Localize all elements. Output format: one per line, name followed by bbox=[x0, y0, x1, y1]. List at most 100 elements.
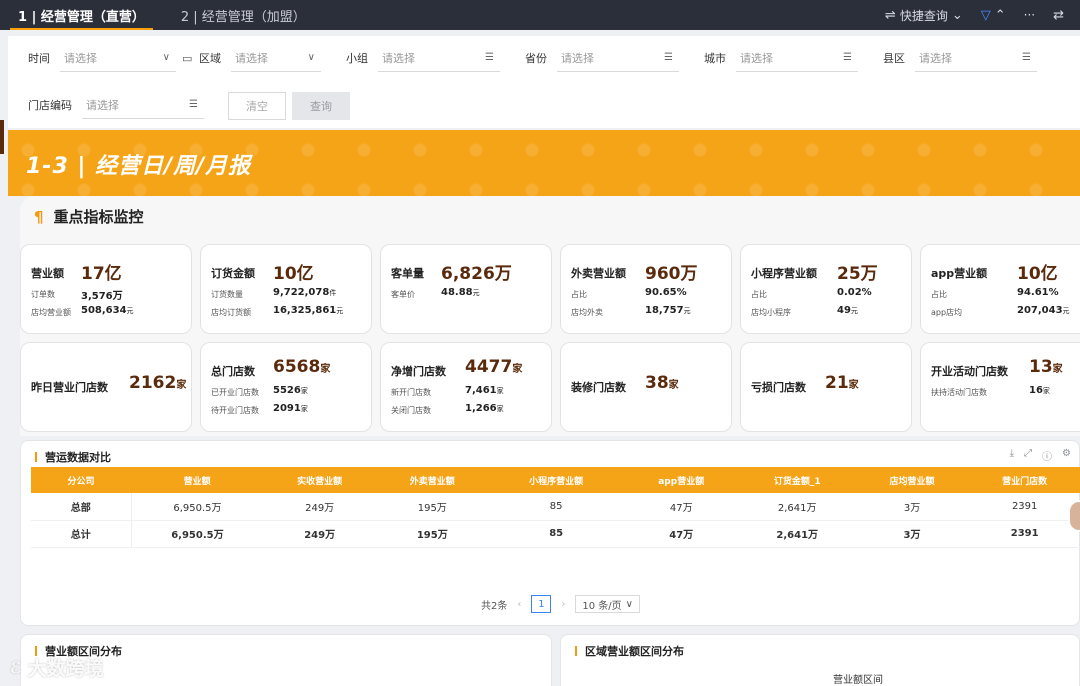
filter-store-code-label: 门店编码 bbox=[28, 99, 72, 112]
kpi-card[interactable]: 开业活动门店数 13家 扶持活动门店数 16家 bbox=[920, 342, 1080, 432]
kpi-card-value-text: 38 bbox=[645, 373, 669, 393]
calendar-icon[interactable]: ▭ bbox=[182, 52, 192, 65]
kpi-card[interactable]: app营业额 10亿 占比 94.61% app店均 207,043元 bbox=[920, 244, 1080, 334]
column-header[interactable]: 营业门店数 bbox=[968, 467, 1080, 493]
tab-franchise[interactable]: 2 | 经营管理（加盟） bbox=[163, 0, 324, 30]
kpi-sub-label: 关闭门店数 bbox=[391, 406, 431, 415]
kpi-card[interactable]: 净增门店数 4477家 新开门店数 7,461家 关闭门店数 1,266家 bbox=[380, 342, 552, 432]
kpi-sub-value-text: 16 bbox=[1029, 385, 1043, 396]
column-header[interactable]: 订货金额_1 bbox=[738, 467, 856, 493]
kpi-sub-value-text: 3,576万 bbox=[81, 291, 123, 302]
kpi-card-title: 昨日营业门店数 bbox=[31, 381, 108, 394]
kpi-sub-label: 已开业门店数 bbox=[211, 388, 259, 397]
download-icon[interactable]: ⤓ bbox=[1010, 448, 1014, 463]
filter-icon: ▽ bbox=[980, 7, 991, 23]
page-size-select[interactable]: 10 条/页 ∨ bbox=[575, 595, 640, 613]
kpi-sub-label: 订货数量 bbox=[211, 290, 243, 299]
kpi-card-value: 21家 bbox=[825, 373, 859, 393]
fullscreen-icon[interactable]: ⤢ bbox=[1024, 448, 1032, 463]
column-header[interactable]: 实收营业额 bbox=[263, 467, 376, 493]
store-code-placeholder: 请选择 bbox=[86, 98, 119, 112]
kpi-sub-value: 90.65% bbox=[645, 287, 687, 298]
compare-panel-title-text: 营运数据对比 bbox=[45, 451, 111, 464]
kpi-card[interactable]: 客单量 6,826万 客单价 48.88元 bbox=[380, 244, 552, 334]
kpi-sub-label: 扶持活动门店数 bbox=[931, 388, 987, 397]
clear-button[interactable]: 清空 bbox=[228, 92, 286, 120]
kpi-card-title: 订货金额 bbox=[211, 267, 255, 280]
tab-direct[interactable]: 1 | 经营管理（直营） bbox=[0, 0, 163, 30]
settings-icon[interactable]: ⚙ bbox=[1062, 448, 1071, 463]
city-select[interactable]: 请选择 ☰ bbox=[736, 44, 858, 72]
column-header[interactable]: 外卖营业额 bbox=[375, 467, 489, 493]
kpi-card[interactable]: 昨日营业门店数 2162家 bbox=[20, 342, 192, 432]
kpi-card[interactable]: 营业额 17亿 订单数 3,576万 店均营业额 508,634元 bbox=[20, 244, 192, 334]
region-select[interactable]: 请选择 ∨ bbox=[231, 44, 321, 72]
sliders-icon: ⇌ bbox=[884, 7, 896, 23]
avatar[interactable] bbox=[1068, 500, 1080, 532]
kpi-card-unit: 家 bbox=[668, 380, 679, 391]
kpi-sub-value: 16家 bbox=[1029, 385, 1050, 396]
kpi-sub-value: 48.88元 bbox=[441, 287, 480, 298]
kpi-sub-unit: 家 bbox=[496, 387, 504, 395]
kpi-sub-label: 店均订货额 bbox=[211, 308, 251, 317]
kpi-card[interactable]: 亏损门店数 21家 bbox=[740, 342, 912, 432]
kpi-card-title: 亏损门店数 bbox=[751, 381, 806, 394]
query-button[interactable]: 查询 bbox=[292, 92, 350, 120]
kpi-sub-value-text: 1,266 bbox=[465, 403, 497, 414]
kpi-card[interactable]: 小程序营业额 25万 占比 0.02% 店均小程序 49元 bbox=[740, 244, 912, 334]
pagination: 共2条 ‹ 1 › 10 条/页 ∨ bbox=[481, 595, 640, 613]
county-select[interactable]: 请选择 ☰ bbox=[915, 44, 1037, 72]
kpi-sub-unit: 元 bbox=[1062, 307, 1070, 315]
page-number-button[interactable]: 1 bbox=[531, 595, 552, 613]
kpi-card[interactable]: 订货金额 10亿 订货数量 9,722,078件 店均订货额 16,325,861元 bbox=[200, 244, 372, 334]
kpi-sub-value: 18,757元 bbox=[645, 305, 691, 316]
kpi-card-value: 10亿 bbox=[273, 259, 314, 284]
kpi-sub-unit: 件 bbox=[329, 289, 337, 297]
quick-query-button[interactable]: ⇌ 快捷查询 ⌄ bbox=[885, 7, 963, 24]
column-header[interactable]: 分公司 bbox=[31, 467, 131, 493]
next-page-icon[interactable]: › bbox=[561, 599, 565, 610]
kpi-sub-unit: 元 bbox=[850, 307, 858, 315]
kpi-card[interactable]: 外卖营业额 960万 占比 90.65% 店均外卖 18,757元 bbox=[560, 244, 732, 334]
prev-page-icon[interactable]: ‹ bbox=[517, 599, 521, 610]
kpi-sub-label: 店均营业额 bbox=[31, 308, 71, 317]
time-select[interactable]: 请选择 ∨ bbox=[60, 44, 176, 72]
kpi-card-value: 4477家 bbox=[465, 357, 522, 377]
kpi-sub-label: 店均小程序 bbox=[751, 308, 791, 317]
column-header[interactable]: 店均营业额 bbox=[855, 467, 969, 493]
switch-button[interactable]: ⇄ bbox=[1053, 8, 1064, 23]
column-header[interactable]: 营业额 bbox=[131, 467, 264, 493]
province-select[interactable]: 请选择 ☰ bbox=[557, 44, 679, 72]
table-cell: 2391 bbox=[968, 493, 1080, 521]
list-filter-icon: ☰ bbox=[189, 99, 198, 110]
page-size-label: 10 条/页 bbox=[582, 600, 622, 612]
kpi-card[interactable]: 装修门店数 38家 bbox=[560, 342, 732, 432]
kpi-section-header: ¶ 重点指标监控 bbox=[34, 206, 144, 227]
side-marker bbox=[0, 120, 4, 154]
column-header[interactable]: 小程序营业额 bbox=[488, 467, 624, 493]
column-header[interactable]: app营业额 bbox=[623, 467, 739, 493]
chevron-down-icon: ⌄ bbox=[951, 7, 963, 23]
store-code-select[interactable]: 请选择 ☰ bbox=[82, 91, 204, 119]
table-cell: 85 bbox=[488, 493, 624, 521]
filter-toggle-button[interactable]: ▽ ⌃ bbox=[981, 8, 1006, 23]
quick-query-label: 快捷查询 bbox=[899, 8, 948, 23]
kpi-card[interactable]: 总门店数 6568家 已开业门店数 5526家 待开业门店数 2091家 bbox=[200, 342, 372, 432]
kpi-sub-value: 94.61% bbox=[1017, 287, 1059, 298]
table-row[interactable]: 总部 6,950.5万 249万 195万 85 47万 2,641万 3万 2391 bbox=[31, 493, 1080, 521]
kpi-card-value-text: 21 bbox=[825, 373, 849, 393]
list-filter-icon: ☰ bbox=[485, 52, 494, 63]
group-select[interactable]: 请选择 ☰ bbox=[378, 44, 500, 72]
more-button[interactable]: ··· bbox=[1024, 8, 1035, 22]
kpi-card-value: 25万 bbox=[837, 259, 878, 284]
kpi-card-title: 小程序营业额 bbox=[751, 267, 817, 280]
info-icon[interactable]: ⓘ bbox=[1042, 448, 1052, 463]
watermark-logo-icon: ℰ bbox=[10, 658, 22, 677]
chevron-down-icon: ∨ bbox=[162, 52, 170, 63]
kpi-card-value: 960万 bbox=[645, 259, 698, 284]
table-cell: 249万 bbox=[263, 493, 376, 521]
swap-icon: ⇄ bbox=[1053, 7, 1064, 23]
chevron-down-icon: ∨ bbox=[307, 52, 315, 63]
table-cell: 195万 bbox=[375, 520, 489, 548]
table-row[interactable]: 总计 6,950.5万 249万 195万 85 47万 2,641万 3万 2391 bbox=[31, 520, 1080, 548]
